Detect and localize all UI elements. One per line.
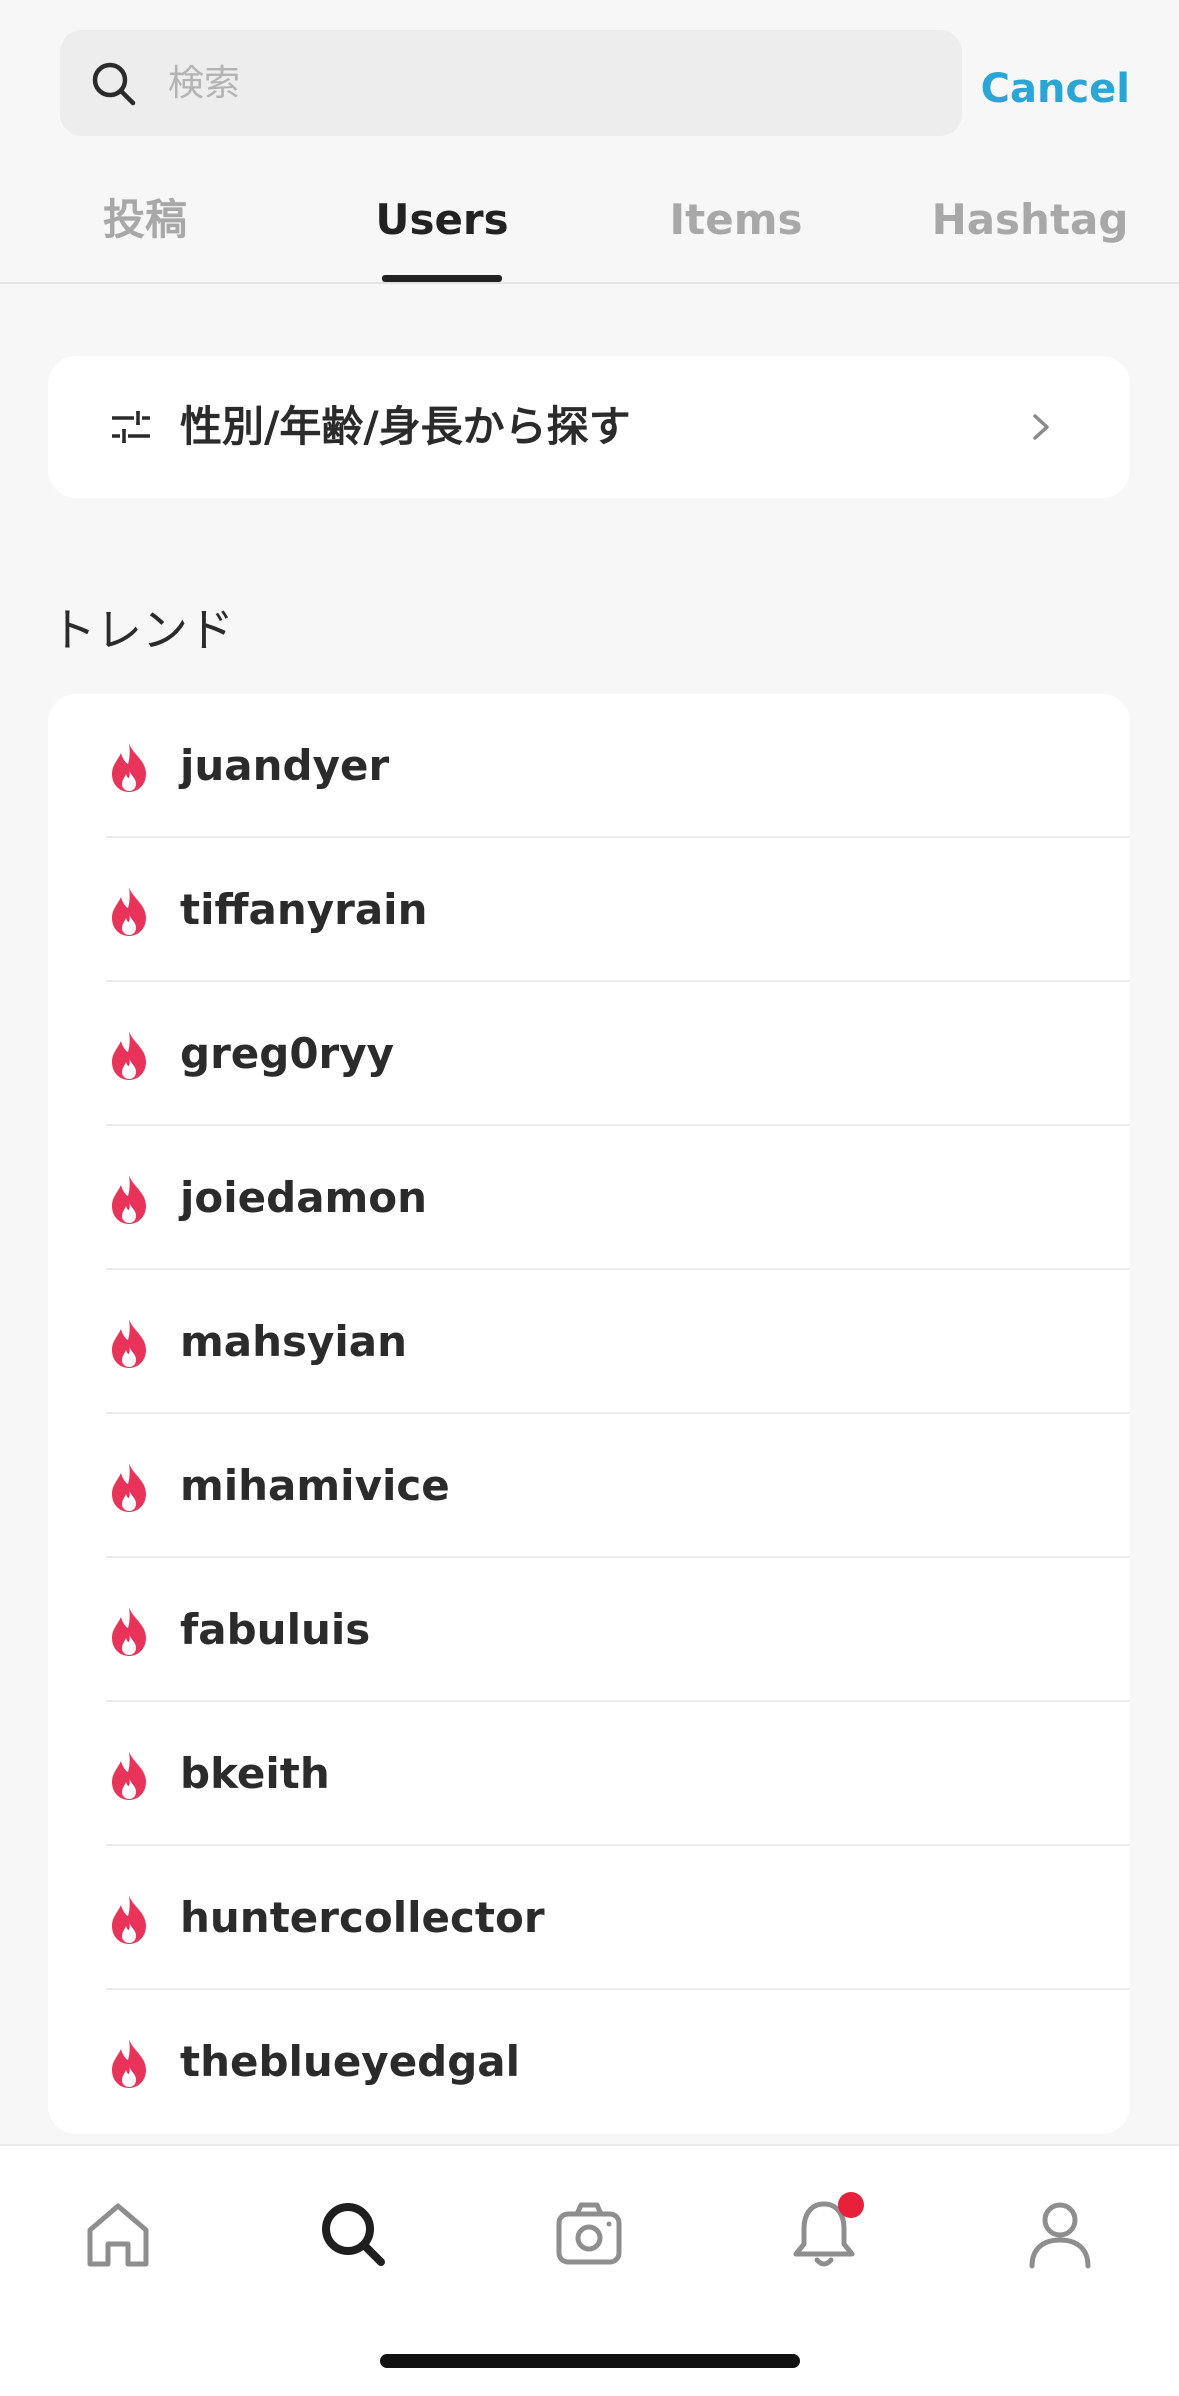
- flame-icon: [112, 1751, 146, 1800]
- flame-icon: [112, 1463, 146, 1512]
- trend-user-item[interactable]: fabuluis: [48, 1558, 1130, 1702]
- trend-user-item[interactable]: joiedamon: [48, 1126, 1130, 1270]
- tab-hashtag[interactable]: Hashtag: [920, 170, 1140, 282]
- tab-users[interactable]: Users: [337, 170, 547, 282]
- cancel-button[interactable]: Cancel: [981, 30, 1130, 136]
- search-tabs: 投稿 Users Items Hashtag: [0, 170, 1179, 284]
- flame-icon: [112, 1175, 146, 1224]
- trend-username: bkeith: [180, 1749, 330, 1798]
- sliders-icon: [112, 411, 150, 443]
- trend-username: tiffanyrain: [180, 885, 428, 934]
- nav-camera[interactable]: [549, 2194, 629, 2274]
- trend-username: greg0ryy: [180, 1029, 395, 1078]
- search-icon: [92, 62, 136, 106]
- flame-icon: [112, 1895, 146, 1944]
- tab-posts[interactable]: 投稿: [40, 170, 250, 282]
- filter-button[interactable]: 性別/年齢/身長から探す: [48, 356, 1130, 498]
- flame-icon: [112, 1607, 146, 1656]
- profile-icon: [1029, 2202, 1091, 2269]
- trend-user-item[interactable]: theblueyedgal: [48, 1990, 1130, 2134]
- trend-user-item[interactable]: mahsyian: [48, 1270, 1130, 1414]
- home-icon: [87, 2203, 149, 2267]
- trend-username: theblueyedgal: [180, 2037, 521, 2086]
- flame-icon: [112, 887, 146, 936]
- trend-title: トレンド: [50, 603, 234, 657]
- trend-list: juandyer tiffanyrain greg0ryy joiedamon mahs…: [48, 694, 1130, 2134]
- trend-username: juandyer: [180, 741, 390, 790]
- camera-icon: [556, 2202, 622, 2265]
- trend-username: mihamivice: [180, 1461, 450, 1510]
- trend-username: joiedamon: [180, 1173, 428, 1222]
- search-icon: [322, 2203, 385, 2266]
- nav-home[interactable]: [78, 2194, 158, 2274]
- search-input[interactable]: [168, 30, 928, 136]
- chevron-right-icon: [1033, 414, 1049, 440]
- flame-icon: [112, 743, 146, 792]
- trend-username: huntercollector: [180, 1893, 545, 1942]
- home-indicator: [380, 2354, 800, 2368]
- search-row: Cancel: [60, 30, 1130, 136]
- trend-user-item[interactable]: greg0ryy: [48, 982, 1130, 1126]
- active-tab-indicator: [382, 275, 502, 282]
- trend-user-item[interactable]: huntercollector: [48, 1846, 1130, 1990]
- trend-username: mahsyian: [180, 1317, 408, 1366]
- tab-items[interactable]: Items: [631, 170, 841, 282]
- notification-badge: [838, 2192, 864, 2218]
- trend-user-item[interactable]: juandyer: [48, 694, 1130, 838]
- trend-user-item[interactable]: tiffanyrain: [48, 838, 1130, 982]
- nav-search[interactable]: [313, 2194, 393, 2274]
- flame-icon: [112, 1319, 146, 1368]
- nav-profile[interactable]: [1020, 2194, 1100, 2274]
- trend-user-item[interactable]: mihamivice: [48, 1414, 1130, 1558]
- flame-icon: [112, 2039, 146, 2088]
- trend-username: fabuluis: [180, 1605, 371, 1654]
- nav-notifications[interactable]: [784, 2192, 864, 2274]
- search-screen: Cancel 投稿 Users Items Hashtag 性別/年齢/身長から…: [0, 0, 1179, 2396]
- trend-user-item[interactable]: bkeith: [48, 1702, 1130, 1846]
- search-box[interactable]: [60, 30, 962, 136]
- filter-label: 性別/年齢/身長から探す: [180, 402, 631, 451]
- flame-icon: [112, 1031, 146, 1080]
